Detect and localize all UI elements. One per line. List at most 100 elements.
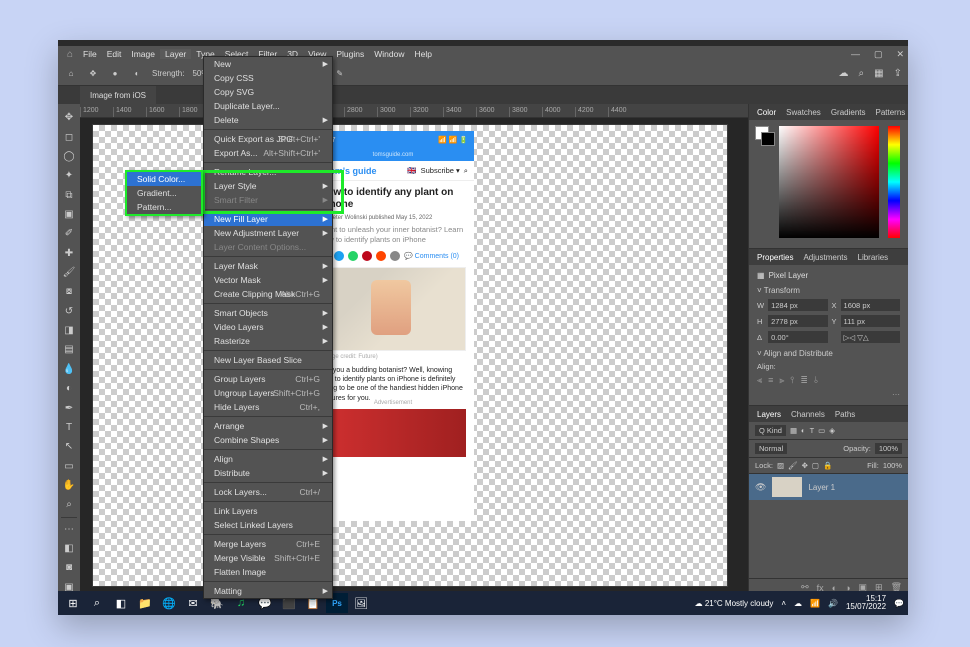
- submenu-item[interactable]: Gradient...: [127, 186, 201, 200]
- menu-item[interactable]: Ungroup LayersShift+Ctrl+G: [204, 386, 332, 400]
- menu-edit[interactable]: Edit: [102, 49, 127, 59]
- brush-preview-icon[interactable]: ●: [108, 67, 122, 81]
- tab-gradients[interactable]: Gradients: [831, 108, 866, 117]
- frame-tool-icon[interactable]: ▣: [58, 205, 80, 224]
- menu-item[interactable]: New Adjustment Layer▶: [204, 226, 332, 240]
- dodge-tool-icon[interactable]: ◐: [58, 379, 80, 398]
- angle-field[interactable]: 0.00°: [768, 331, 827, 343]
- tab-swatches[interactable]: Swatches: [786, 108, 821, 117]
- tool-icon[interactable]: ✥: [86, 67, 100, 81]
- fill-field[interactable]: 100%: [883, 461, 902, 470]
- notifications-icon[interactable]: 💬: [894, 599, 904, 608]
- document-tab[interactable]: Image from iOS: [80, 86, 156, 104]
- home-icon[interactable]: ⌂: [64, 67, 78, 81]
- hand-tool-icon[interactable]: ✋: [58, 476, 80, 495]
- menu-item[interactable]: Video Layers▶: [204, 320, 332, 334]
- align-buttons[interactable]: ⫷≡⫸⫯≣⫰: [757, 375, 900, 386]
- opacity-field[interactable]: 100%: [875, 443, 902, 454]
- zoom-tool-icon[interactable]: ⌕: [58, 495, 80, 514]
- menu-item[interactable]: Flatten Image: [204, 565, 332, 579]
- stamp-tool-icon[interactable]: ⧇: [58, 282, 80, 301]
- submenu-item[interactable]: Pattern...: [127, 200, 201, 214]
- y-field[interactable]: 111 px: [841, 315, 900, 327]
- heal-tool-icon[interactable]: ✚: [58, 244, 80, 263]
- visibility-icon[interactable]: 👁: [755, 482, 766, 493]
- move-tool-icon[interactable]: ✥: [58, 108, 80, 127]
- cloud-icon[interactable]: ☁: [839, 68, 849, 79]
- menu-item[interactable]: Combine Shapes▶: [204, 433, 332, 447]
- menu-item[interactable]: Rasterize▶: [204, 334, 332, 348]
- menu-item[interactable]: Layer Style▶: [204, 179, 332, 193]
- menu-item[interactable]: Smart Filter▶: [204, 193, 332, 207]
- crop-tool-icon[interactable]: ⧉: [58, 185, 80, 204]
- search-icon[interactable]: ⌕: [859, 68, 865, 79]
- onedrive-icon[interactable]: ☁: [794, 599, 802, 608]
- close-icon[interactable]: ✕: [896, 49, 904, 60]
- start-icon[interactable]: ⊞: [62, 593, 84, 613]
- marquee-tool-icon[interactable]: ◻: [58, 127, 80, 146]
- menu-help[interactable]: Help: [409, 49, 436, 59]
- menu-item[interactable]: Arrange▶: [204, 419, 332, 433]
- menu-item[interactable]: Duplicate Layer...: [204, 99, 332, 113]
- layer-row[interactable]: 👁 Layer 1: [749, 474, 908, 500]
- menu-plugins[interactable]: Plugins: [331, 49, 369, 59]
- type-tool-icon[interactable]: T: [58, 418, 80, 437]
- menu-item[interactable]: Delete▶: [204, 113, 332, 127]
- eyedropper-tool-icon[interactable]: ✐: [58, 224, 80, 243]
- lock-pos-icon[interactable]: ✥: [802, 461, 808, 470]
- filter-smart-icon[interactable]: ◈: [829, 426, 835, 435]
- menu-item[interactable]: Rename Layer...: [204, 165, 332, 179]
- color-field[interactable]: [779, 126, 879, 238]
- pen-tool-icon[interactable]: ✒: [58, 398, 80, 417]
- menu-item[interactable]: New▶: [204, 57, 332, 71]
- tab-color[interactable]: Color: [757, 108, 776, 117]
- transform-header[interactable]: ˅ Transform: [757, 286, 900, 295]
- brush-tool-icon[interactable]: 🖌: [58, 263, 80, 282]
- menu-item[interactable]: Layer Content Options...: [204, 240, 332, 254]
- explorer-icon[interactable]: 📁: [134, 593, 156, 613]
- tab-patterns[interactable]: Patterns: [876, 108, 906, 117]
- tab-paths[interactable]: Paths: [835, 410, 855, 419]
- tab-layers[interactable]: Layers: [757, 410, 781, 419]
- flip-icons[interactable]: ▷◁ ▽△: [841, 331, 900, 343]
- layer-name[interactable]: Layer 1: [808, 483, 835, 492]
- path-tool-icon[interactable]: ↖: [58, 437, 80, 456]
- x-field[interactable]: 1608 px: [841, 299, 900, 311]
- weather-widget[interactable]: ☁ 21°C Mostly cloudy: [695, 599, 774, 608]
- menu-layer[interactable]: Layer: [160, 49, 191, 59]
- lock-all-icon[interactable]: 🔒: [823, 461, 832, 470]
- lock-trans-icon[interactable]: ▨: [777, 461, 784, 470]
- menu-item[interactable]: Hide LayersCtrl+,: [204, 400, 332, 414]
- menu-item[interactable]: Matting▶: [204, 584, 332, 598]
- menu-item[interactable]: Merge VisibleShift+Ctrl+E: [204, 551, 332, 565]
- share-icon[interactable]: ⇪: [894, 68, 902, 79]
- lock-pixels-icon[interactable]: 🖌: [788, 461, 798, 470]
- filter-pixels-icon[interactable]: ▦: [790, 426, 797, 435]
- wand-tool-icon[interactable]: ✦: [58, 166, 80, 185]
- menu-item[interactable]: Select Linked Layers: [204, 518, 332, 532]
- menu-item[interactable]: Vector Mask▶: [204, 273, 332, 287]
- volume-icon[interactable]: 🔊: [828, 599, 838, 608]
- hue-slider[interactable]: [888, 126, 900, 238]
- history-brush-icon[interactable]: ↺: [58, 302, 80, 321]
- filter-shape-icon[interactable]: ▭: [818, 426, 825, 435]
- gradient-tool-icon[interactable]: ▤: [58, 340, 80, 359]
- height-field[interactable]: 2778 px: [768, 315, 827, 327]
- blend-mode[interactable]: Normal: [755, 443, 787, 454]
- minimize-icon[interactable]: —: [851, 49, 860, 60]
- tab-channels[interactable]: Channels: [791, 410, 825, 419]
- blur-tool-icon[interactable]: 💧: [58, 360, 80, 379]
- menu-item[interactable]: Align▶: [204, 452, 332, 466]
- menu-item[interactable]: Group LayersCtrl+G: [204, 372, 332, 386]
- filter-type-icon[interactable]: T: [810, 426, 815, 435]
- menu-file[interactable]: File: [78, 49, 102, 59]
- workspace-icon[interactable]: ▦: [874, 68, 883, 79]
- menu-item[interactable]: Distribute▶: [204, 466, 332, 480]
- wifi-icon[interactable]: 📶: [810, 599, 820, 608]
- tab-properties[interactable]: Properties: [757, 253, 793, 262]
- more-icon[interactable]: ⋯: [757, 390, 900, 399]
- filter-kind[interactable]: Q Kind: [755, 425, 786, 436]
- shape-tool-icon[interactable]: ▭: [58, 456, 80, 475]
- menu-item[interactable]: Link Layers: [204, 504, 332, 518]
- menu-item[interactable]: Layer Mask▶: [204, 259, 332, 273]
